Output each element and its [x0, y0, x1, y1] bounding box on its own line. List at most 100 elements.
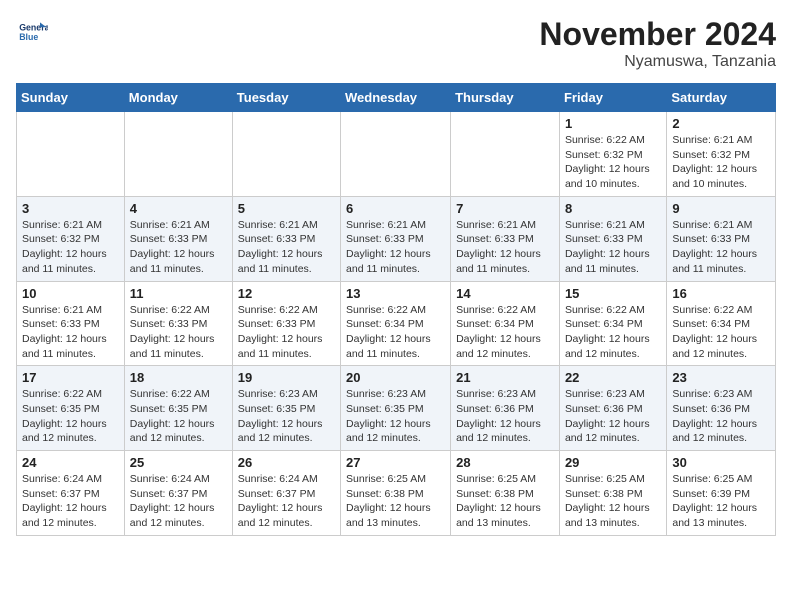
day-number: 17: [22, 370, 119, 385]
day-info: Sunrise: 6:21 AMSunset: 6:33 PMDaylight:…: [238, 218, 335, 277]
day-number: 11: [130, 286, 227, 301]
weekday-header: Friday: [559, 84, 666, 112]
day-number: 30: [672, 455, 770, 470]
day-info: Sunrise: 6:22 AMSunset: 6:35 PMDaylight:…: [22, 387, 119, 446]
day-info: Sunrise: 6:21 AMSunset: 6:33 PMDaylight:…: [22, 303, 119, 362]
day-info: Sunrise: 6:22 AMSunset: 6:32 PMDaylight:…: [565, 133, 661, 192]
day-number: 6: [346, 201, 445, 216]
day-info: Sunrise: 6:25 AMSunset: 6:38 PMDaylight:…: [456, 472, 554, 531]
calendar-week-row: 1Sunrise: 6:22 AMSunset: 6:32 PMDaylight…: [17, 112, 776, 197]
weekday-header: Thursday: [451, 84, 560, 112]
calendar-cell: 29 Sunrise: 6:25 AMSunset: 6:38 PMDayligh…: [559, 451, 666, 536]
calendar-cell: 28 Sunrise: 6:25 AMSunset: 6:38 PMDayligh…: [451, 451, 560, 536]
calendar-cell: [124, 112, 232, 197]
day-number: 15: [565, 286, 661, 301]
location-title: Nyamuswa, Tanzania: [539, 53, 776, 71]
calendar-cell: 30 Sunrise: 6:25 AMSunset: 6:39 PMDayligh…: [667, 451, 776, 536]
calendar-cell: 1Sunrise: 6:22 AMSunset: 6:32 PMDaylight…: [559, 112, 666, 197]
calendar-cell: 19 Sunrise: 6:23 AMSunset: 6:35 PMDayligh…: [232, 366, 340, 451]
day-number: 21: [456, 370, 554, 385]
calendar-cell: [17, 112, 125, 197]
day-info: Sunrise: 6:22 AMSunset: 6:34 PMDaylight:…: [346, 303, 445, 362]
svg-text:General: General: [19, 22, 48, 32]
day-number: 18: [130, 370, 227, 385]
weekday-header: Sunday: [17, 84, 125, 112]
calendar-cell: 4 Sunrise: 6:21 AMSunset: 6:33 PMDaylight…: [124, 196, 232, 281]
day-info: Sunrise: 6:21 AMSunset: 6:32 PMDaylight:…: [672, 133, 770, 192]
calendar-week-row: 3Sunrise: 6:21 AMSunset: 6:32 PMDaylight…: [17, 196, 776, 281]
calendar-cell: 22Sunrise: 6:23 AMSunset: 6:36 PMDayligh…: [559, 366, 666, 451]
day-info: Sunrise: 6:21 AMSunset: 6:33 PMDaylight:…: [130, 218, 227, 277]
calendar-week-row: 17 Sunrise: 6:22 AMSunset: 6:35 PMDayligh…: [17, 366, 776, 451]
day-number: 16: [672, 286, 770, 301]
calendar-cell: 2 Sunrise: 6:21 AMSunset: 6:32 PMDaylight…: [667, 112, 776, 197]
day-number: 8: [565, 201, 661, 216]
day-info: Sunrise: 6:22 AMSunset: 6:34 PMDaylight:…: [456, 303, 554, 362]
calendar-cell: 6 Sunrise: 6:21 AMSunset: 6:33 PMDaylight…: [341, 196, 451, 281]
calendar-cell: [341, 112, 451, 197]
calendar-cell: 14Sunrise: 6:22 AMSunset: 6:34 PMDayligh…: [451, 281, 560, 366]
day-number: 4: [130, 201, 227, 216]
day-info: Sunrise: 6:21 AMSunset: 6:33 PMDaylight:…: [346, 218, 445, 277]
calendar-cell: 7Sunrise: 6:21 AMSunset: 6:33 PMDaylight…: [451, 196, 560, 281]
day-info: Sunrise: 6:23 AMSunset: 6:35 PMDaylight:…: [238, 387, 335, 446]
day-info: Sunrise: 6:25 AMSunset: 6:38 PMDaylight:…: [346, 472, 445, 531]
weekday-header: Wednesday: [341, 84, 451, 112]
logo[interactable]: General Blue: [16, 16, 48, 48]
logo-icon: General Blue: [16, 16, 48, 48]
weekday-header: Saturday: [667, 84, 776, 112]
calendar-cell: [451, 112, 560, 197]
day-number: 9: [672, 201, 770, 216]
calendar-table: SundayMondayTuesdayWednesdayThursdayFrid…: [16, 83, 776, 536]
day-info: Sunrise: 6:22 AMSunset: 6:34 PMDaylight:…: [565, 303, 661, 362]
month-title: November 2024: [539, 16, 776, 53]
calendar-cell: 17 Sunrise: 6:22 AMSunset: 6:35 PMDayligh…: [17, 366, 125, 451]
weekday-header: Monday: [124, 84, 232, 112]
calendar-cell: 3Sunrise: 6:21 AMSunset: 6:32 PMDaylight…: [17, 196, 125, 281]
day-info: Sunrise: 6:25 AMSunset: 6:39 PMDaylight:…: [672, 472, 770, 531]
day-info: Sunrise: 6:22 AMSunset: 6:33 PMDaylight:…: [238, 303, 335, 362]
calendar-cell: 18 Sunrise: 6:22 AMSunset: 6:35 PMDayligh…: [124, 366, 232, 451]
calendar-cell: 23Sunrise: 6:23 AMSunset: 6:36 PMDayligh…: [667, 366, 776, 451]
day-info: Sunrise: 6:25 AMSunset: 6:38 PMDaylight:…: [565, 472, 661, 531]
calendar-cell: 5Sunrise: 6:21 AMSunset: 6:33 PMDaylight…: [232, 196, 340, 281]
day-info: Sunrise: 6:24 AMSunset: 6:37 PMDaylight:…: [22, 472, 119, 531]
day-number: 24: [22, 455, 119, 470]
day-number: 3: [22, 201, 119, 216]
weekday-header: Tuesday: [232, 84, 340, 112]
day-number: 19: [238, 370, 335, 385]
day-info: Sunrise: 6:22 AMSunset: 6:33 PMDaylight:…: [130, 303, 227, 362]
day-number: 10: [22, 286, 119, 301]
calendar-cell: 12 Sunrise: 6:22 AMSunset: 6:33 PMDayligh…: [232, 281, 340, 366]
calendar-cell: 20 Sunrise: 6:23 AMSunset: 6:35 PMDayligh…: [341, 366, 451, 451]
calendar-week-row: 10 Sunrise: 6:21 AMSunset: 6:33 PMDayligh…: [17, 281, 776, 366]
day-number: 20: [346, 370, 445, 385]
day-number: 12: [238, 286, 335, 301]
day-number: 25: [130, 455, 227, 470]
page-header: General Blue November 2024 Nyamuswa, Tan…: [16, 16, 776, 71]
day-info: Sunrise: 6:21 AMSunset: 6:33 PMDaylight:…: [672, 218, 770, 277]
calendar-cell: 8Sunrise: 6:21 AMSunset: 6:33 PMDaylight…: [559, 196, 666, 281]
day-info: Sunrise: 6:23 AMSunset: 6:36 PMDaylight:…: [672, 387, 770, 446]
day-number: 28: [456, 455, 554, 470]
day-number: 26: [238, 455, 335, 470]
day-info: Sunrise: 6:22 AMSunset: 6:35 PMDaylight:…: [130, 387, 227, 446]
day-number: 7: [456, 201, 554, 216]
weekday-header-row: SundayMondayTuesdayWednesdayThursdayFrid…: [17, 84, 776, 112]
day-number: 29: [565, 455, 661, 470]
calendar-cell: 11 Sunrise: 6:22 AMSunset: 6:33 PMDayligh…: [124, 281, 232, 366]
day-number: 2: [672, 116, 770, 131]
day-number: 13: [346, 286, 445, 301]
calendar-cell: 26 Sunrise: 6:24 AMSunset: 6:37 PMDayligh…: [232, 451, 340, 536]
calendar-week-row: 24 Sunrise: 6:24 AMSunset: 6:37 PMDayligh…: [17, 451, 776, 536]
day-info: Sunrise: 6:23 AMSunset: 6:35 PMDaylight:…: [346, 387, 445, 446]
calendar-cell: 16 Sunrise: 6:22 AMSunset: 6:34 PMDayligh…: [667, 281, 776, 366]
calendar-cell: 24 Sunrise: 6:24 AMSunset: 6:37 PMDayligh…: [17, 451, 125, 536]
day-info: Sunrise: 6:22 AMSunset: 6:34 PMDaylight:…: [672, 303, 770, 362]
day-number: 27: [346, 455, 445, 470]
day-info: Sunrise: 6:24 AMSunset: 6:37 PMDaylight:…: [238, 472, 335, 531]
calendar-cell: 25Sunrise: 6:24 AMSunset: 6:37 PMDayligh…: [124, 451, 232, 536]
calendar-cell: [232, 112, 340, 197]
svg-text:Blue: Blue: [19, 32, 38, 42]
day-number: 22: [565, 370, 661, 385]
